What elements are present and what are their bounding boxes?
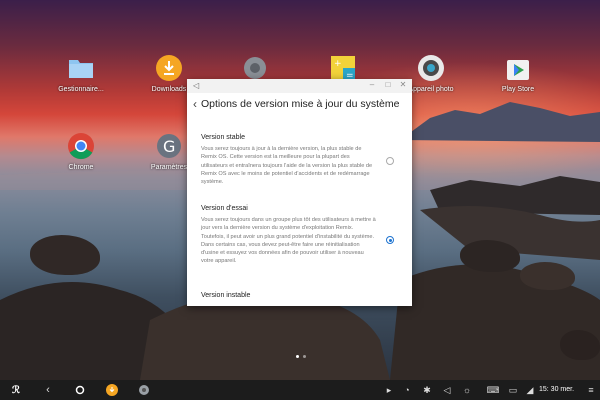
desktop-icon-chrome[interactable]: Chrome bbox=[46, 132, 116, 171]
desktop-icon-settings[interactable] bbox=[220, 54, 290, 82]
home-nav-icon[interactable] bbox=[70, 380, 90, 400]
option-stable[interactable]: Version stable Vous serez toujours à jou… bbox=[201, 134, 376, 186]
back-arrow-icon[interactable]: ‹ bbox=[193, 97, 197, 111]
gauge-icon[interactable]: ◔ bbox=[400, 380, 414, 400]
radio-trial[interactable] bbox=[386, 236, 394, 244]
page-title: Options de version mise à jour du systèm… bbox=[201, 98, 400, 110]
play-store-icon bbox=[504, 54, 532, 82]
brightness-icon[interactable]: ☼ bbox=[460, 380, 474, 400]
desktop-icon-label: Chrome bbox=[68, 164, 94, 171]
option-trial[interactable]: Version d'essai Vous serez toujours dans… bbox=[201, 205, 376, 266]
back-nav-icon[interactable]: ‹ bbox=[38, 380, 58, 400]
volume-icon[interactable]: ◁ bbox=[440, 380, 454, 400]
option-description: Vous serez toujours dans un groupe plus … bbox=[201, 217, 376, 265]
window-back-icon[interactable]: ◁ bbox=[193, 81, 199, 90]
camera-icon bbox=[417, 54, 445, 82]
settings-gear-icon bbox=[241, 54, 269, 82]
dialog-header: ‹ Options de version mise à jour du syst… bbox=[187, 93, 412, 115]
google-settings-icon: G bbox=[155, 132, 183, 160]
window-titlebar: ◁ – □ ✕ bbox=[187, 79, 412, 93]
page-indicator-dot[interactable] bbox=[303, 355, 306, 358]
option-title: Version d'essai bbox=[201, 205, 248, 212]
system-update-options-window: ◁ – □ ✕ ‹ Options de version mise à jour… bbox=[187, 79, 412, 306]
desktop-icon-label: Gestionnaire... bbox=[58, 86, 104, 93]
option-title: Version stable bbox=[201, 134, 245, 141]
close-icon[interactable]: ✕ bbox=[398, 80, 408, 89]
minimize-icon[interactable]: – bbox=[367, 80, 377, 89]
taskbar: ℛ ‹ ▸ ◔ ✱ ◁ ☼ ⌨ ▭ ◢ 15: 30 mer. ≡ bbox=[0, 380, 600, 400]
maximize-icon[interactable]: □ bbox=[383, 80, 393, 89]
keyboard-icon[interactable]: ⌨ bbox=[486, 380, 500, 400]
option-title: Version instable bbox=[201, 292, 251, 299]
folder-icon bbox=[67, 54, 95, 82]
remix-start-icon[interactable]: ℛ bbox=[6, 380, 26, 400]
wifi-icon[interactable]: ◢ bbox=[524, 380, 536, 400]
battery-icon[interactable]: ▭ bbox=[506, 380, 520, 400]
chrome-icon bbox=[67, 132, 95, 160]
desktop-icon-label: Play Store bbox=[501, 86, 535, 93]
desktop-icon-calculator[interactable]: = + bbox=[308, 54, 378, 82]
overflow-arrow-icon[interactable]: ▸ bbox=[382, 380, 396, 400]
clock[interactable]: 15: 30 mer. bbox=[539, 380, 574, 400]
notifications-icon[interactable]: ≡ bbox=[584, 380, 598, 400]
svg-text:G: G bbox=[163, 137, 175, 156]
taskbar-downloads-icon[interactable] bbox=[102, 380, 122, 400]
calculator-icon: = + bbox=[329, 54, 357, 82]
option-description: Vous serez toujours à jour à la dernière… bbox=[201, 146, 373, 186]
svg-text:+: + bbox=[334, 59, 342, 69]
taskbar-settings-icon[interactable] bbox=[134, 380, 154, 400]
bluetooth-icon[interactable]: ✱ bbox=[420, 380, 434, 400]
page-indicator-dot[interactable] bbox=[296, 355, 299, 358]
desktop-icon-file-manager[interactable]: Gestionnaire... bbox=[46, 54, 116, 93]
desktop-icon-play-store[interactable]: Play Store bbox=[483, 54, 553, 93]
download-icon bbox=[155, 54, 183, 82]
option-unstable[interactable]: Version instable bbox=[201, 292, 376, 299]
radio-stable[interactable] bbox=[386, 157, 394, 165]
